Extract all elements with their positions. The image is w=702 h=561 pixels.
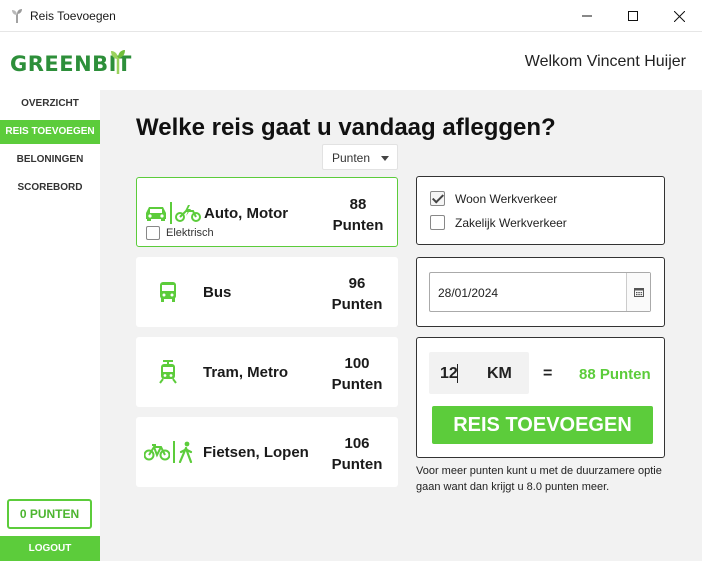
window-title: Reis Toevoegen: [30, 9, 116, 23]
icon-divider: [173, 441, 175, 463]
main-content: Welke reis gaat u vandaag afleggen? Punt…: [100, 90, 702, 561]
bicycle-icon: [144, 444, 170, 461]
app-window: Reis Toevoegen GREENBIT Welkom Vincent H…: [0, 0, 702, 561]
travel-type-panel: Woon Werkverkeer Zakelijk Werkverkeer: [416, 176, 665, 245]
transport-option-tram-metro[interactable]: Tram, Metro 100 Punten: [136, 337, 398, 407]
transport-points: 88: [349, 196, 367, 213]
walking-icon: [178, 441, 193, 463]
distance-input[interactable]: 12 KM: [429, 352, 529, 394]
sort-dropdown[interactable]: Punten: [322, 144, 398, 170]
car-icon: [146, 207, 166, 221]
date-value: 28/01/2024: [438, 286, 499, 300]
sidebar-item-scorebord[interactable]: SCOREBORD: [0, 176, 100, 200]
minimize-icon: [582, 15, 592, 17]
title-bar: Reis Toevoegen: [0, 0, 702, 32]
maximize-button[interactable]: [610, 0, 656, 32]
transport-points-unit: Punten: [331, 456, 383, 473]
equals-sign: =: [543, 365, 553, 382]
app-icon: [12, 9, 22, 23]
sidebar-item-overzicht[interactable]: OVERZICHT: [0, 92, 100, 116]
minimize-button[interactable]: [564, 0, 610, 32]
transport-points: 96: [348, 275, 366, 292]
sidebar-item-reis-toevoegen[interactable]: REIS TOEVOEGEN: [0, 120, 100, 144]
transport-points: 100: [344, 355, 370, 372]
electric-label: Elektrisch: [166, 227, 214, 239]
app-header: GREENBIT Welkom Vincent Huijer: [0, 32, 702, 90]
bus-icon: [160, 282, 176, 302]
calendar-icon: [633, 288, 644, 297]
electric-scooter-icon: [175, 205, 201, 222]
logo-leaf-icon: [111, 50, 125, 74]
logout-button[interactable]: LOGOUT: [0, 536, 100, 561]
points-badge: 0 PUNTEN: [7, 499, 92, 529]
transport-label: Fietsen, Lopen: [203, 444, 309, 461]
sidebar-item-beloningen[interactable]: BELONINGEN: [0, 148, 100, 172]
text-cursor: [457, 364, 458, 383]
woon-werkverkeer-checkbox[interactable]: [430, 191, 445, 206]
transport-option-auto-motor[interactable]: Auto, Motor 88 Punten Elektrisch: [136, 177, 398, 247]
close-icon: [673, 10, 685, 22]
maximize-icon: [628, 11, 638, 21]
points-result: 88 Punten: [579, 366, 651, 383]
transport-label: Auto, Motor: [204, 205, 289, 222]
add-trip-button[interactable]: REIS TOEVOEGEN: [432, 406, 653, 444]
transport-label: Tram, Metro: [203, 364, 289, 381]
woon-werkverkeer-label: Woon Werkverkeer: [455, 192, 558, 206]
zakelijk-werkverkeer-label: Zakelijk Werkverkeer: [455, 216, 567, 230]
sort-dropdown-value: Punten: [332, 151, 371, 165]
close-button[interactable]: [656, 0, 702, 32]
zakelijk-werkverkeer-checkbox[interactable]: [430, 215, 445, 230]
tram-icon: [159, 360, 177, 384]
calendar-button[interactable]: [626, 273, 650, 311]
transport-option-fietsen-lopen[interactable]: Fietsen, Lopen 106 Punten: [136, 417, 398, 487]
distance-unit: KM: [487, 365, 512, 382]
transport-points-unit: Punten: [332, 217, 384, 234]
date-panel: 28/01/2024: [416, 257, 665, 327]
hint-text: Voor meer punten kunt u met de duurzamer…: [416, 465, 662, 493]
distance-panel: 12 KM = 88 Punten REIS TOEVOEGEN: [416, 337, 665, 458]
welcome-message: Welkom Vincent Huijer: [524, 53, 686, 70]
date-picker[interactable]: 28/01/2024: [429, 272, 651, 312]
icon-divider: [170, 202, 172, 224]
page-title: Welke reis gaat u vandaag afleggen?: [136, 114, 556, 141]
transport-points-unit: Punten: [331, 296, 383, 313]
transport-label: Bus: [203, 284, 232, 301]
distance-value: 12: [440, 365, 458, 382]
transport-points: 106: [344, 435, 370, 452]
transport-points-unit: Punten: [331, 376, 383, 393]
chevron-down-icon: [381, 156, 389, 161]
transport-option-bus[interactable]: Bus 96 Punten: [136, 257, 398, 327]
sidebar: OVERZICHT REIS TOEVOEGEN BELONINGEN SCOR…: [0, 90, 100, 561]
electric-checkbox[interactable]: [146, 226, 160, 240]
